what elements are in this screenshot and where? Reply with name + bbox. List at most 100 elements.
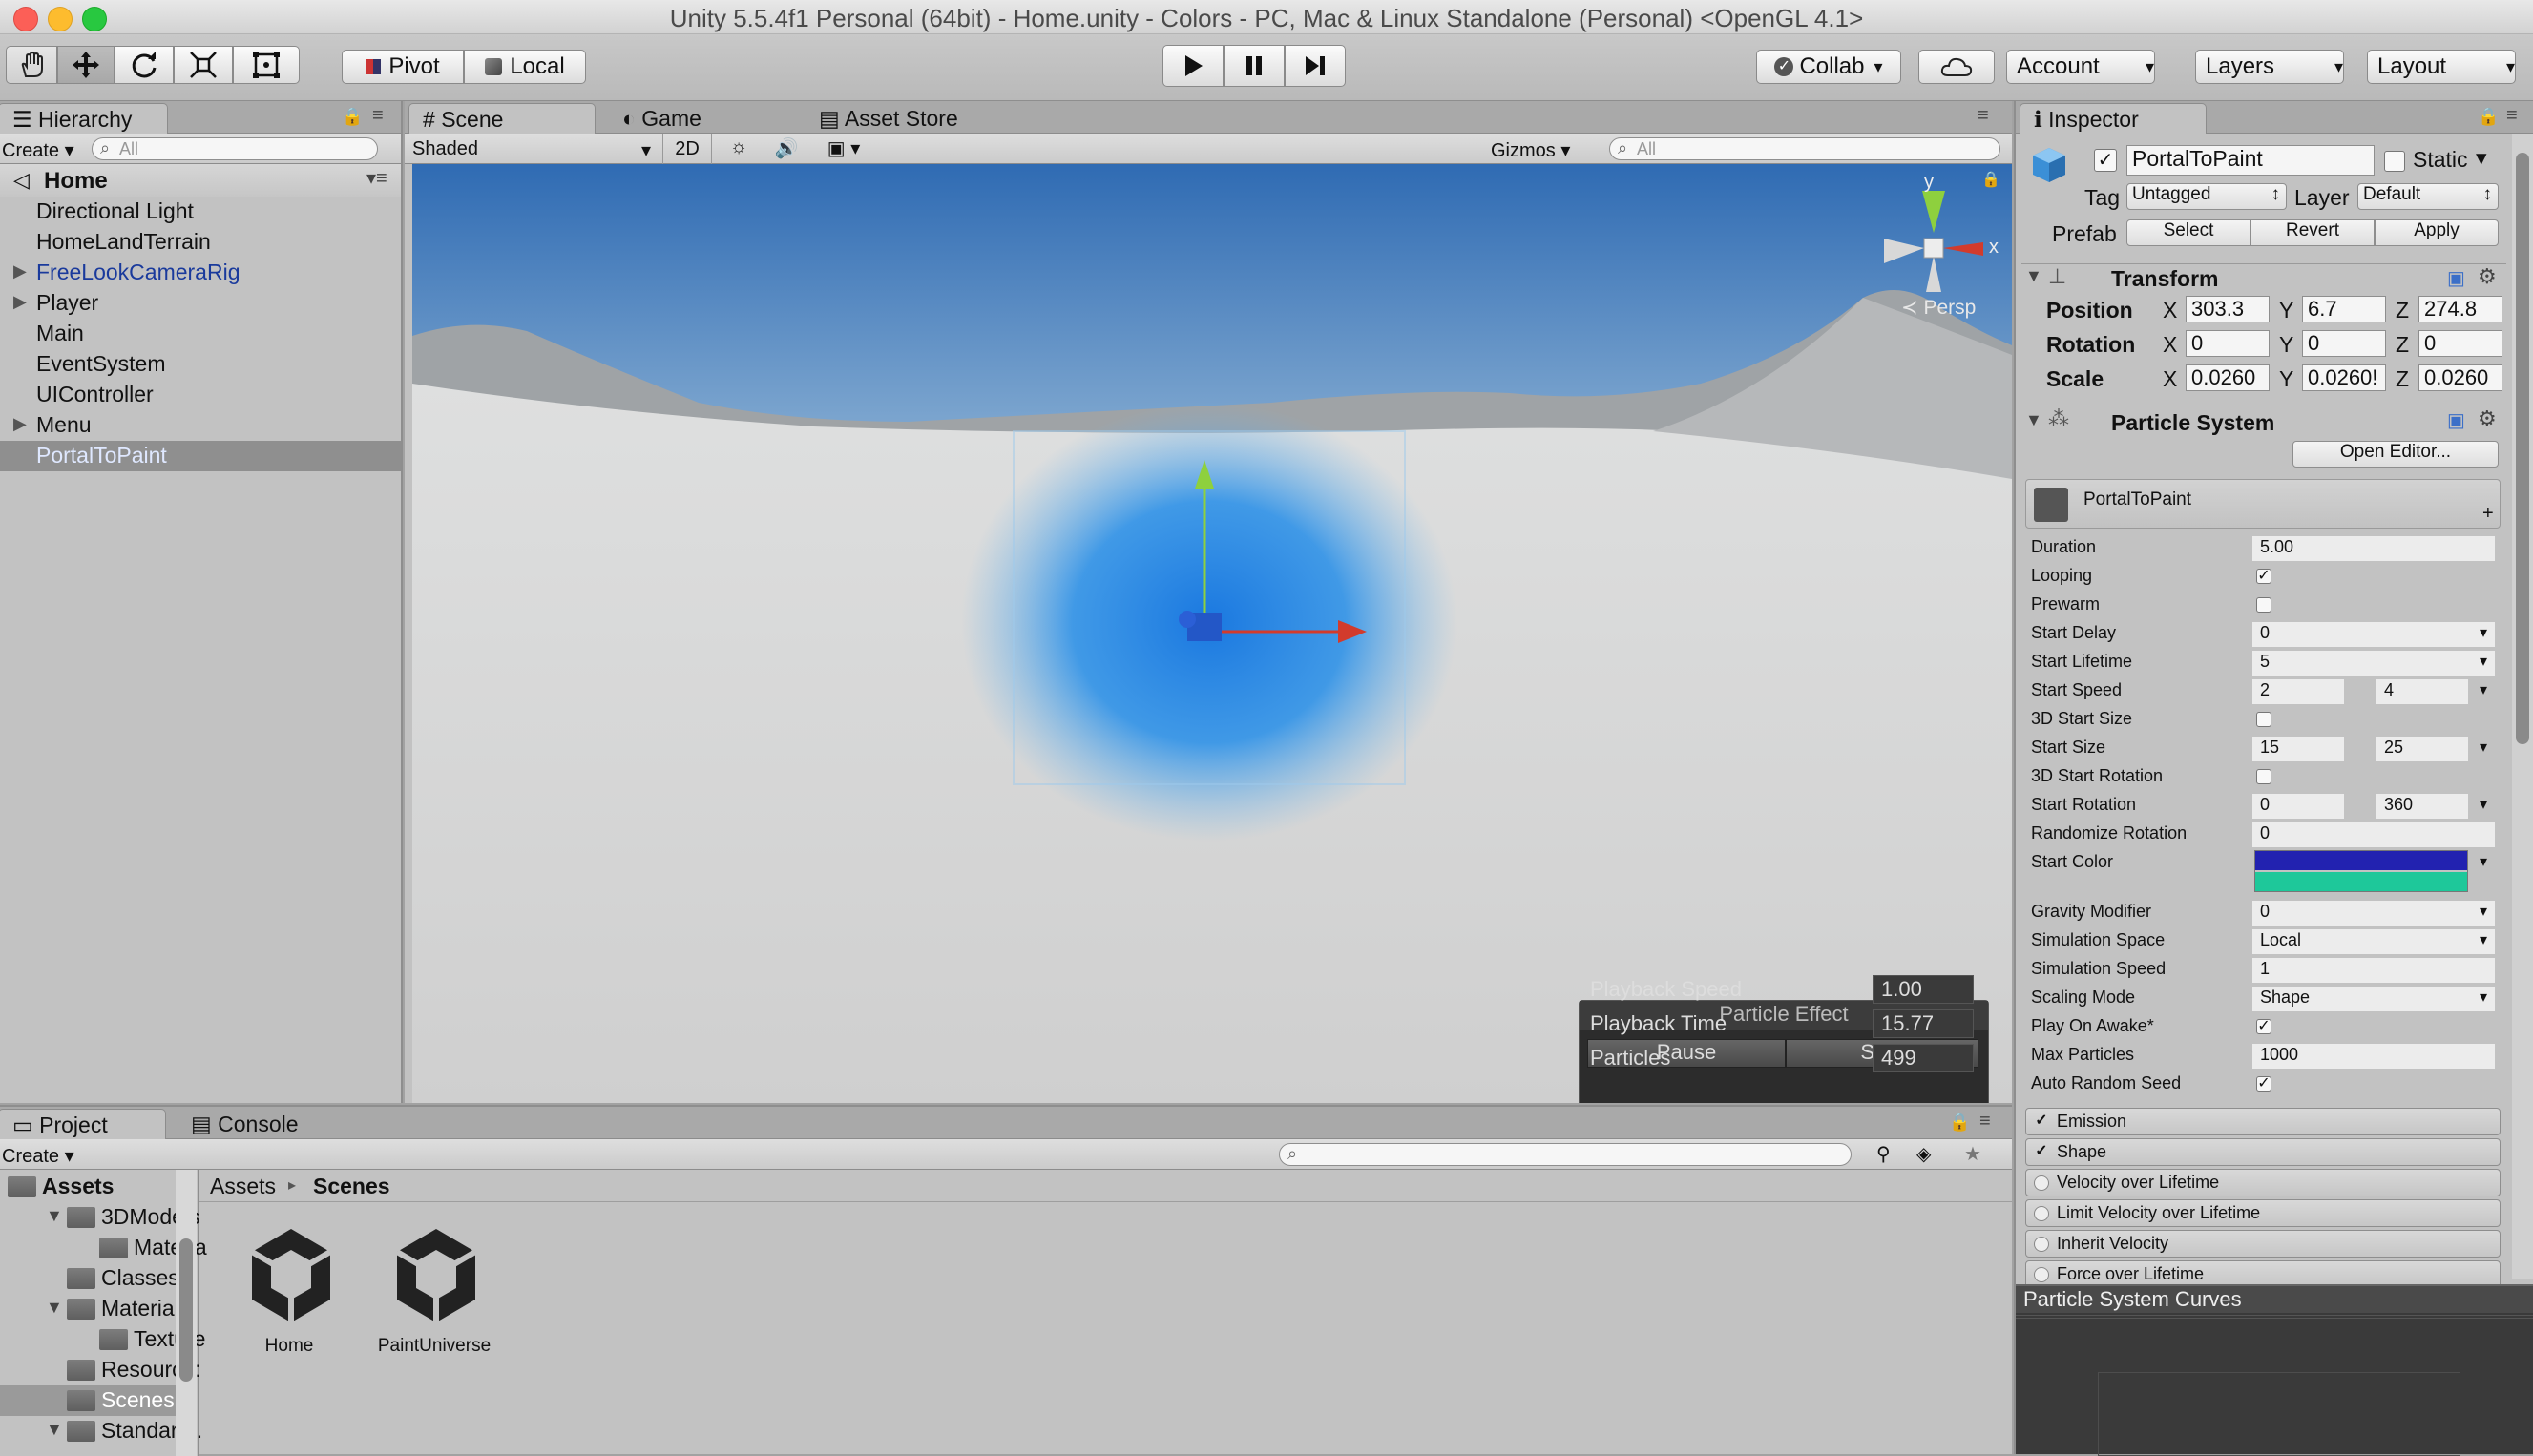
particle-property-min-field[interactable]: 0 xyxy=(2252,794,2344,819)
gear-icon[interactable]: ⚙ xyxy=(2478,264,2497,289)
particle-property-field[interactable]: Shape xyxy=(2252,987,2495,1011)
particle-property-field[interactable]: 1 xyxy=(2252,958,2495,983)
dropdown-arrow-icon[interactable]: ▾ xyxy=(2480,623,2487,642)
panel-menu-icon[interactable]: ≡ xyxy=(372,105,384,127)
object-name-field[interactable]: PortalToPaint xyxy=(2126,145,2375,176)
active-checkbox[interactable]: ✓ xyxy=(2094,149,2117,172)
start-color-gradient-swatch[interactable] xyxy=(2254,850,2468,892)
particle-property-field[interactable]: 1000 xyxy=(2252,1044,2495,1069)
shading-mode-dropdown[interactable]: Shaded ▾ xyxy=(412,138,651,161)
breadcrumb-root[interactable]: Assets xyxy=(210,1174,276,1199)
particle-property-checkbox[interactable]: ✓ xyxy=(2256,1019,2271,1034)
effects-dropdown[interactable]: ▣ ▾ xyxy=(815,136,872,160)
project-tree-item[interactable]: ▼ Materials xyxy=(0,1294,190,1324)
particle-module-header[interactable]: Limit Velocity over Lifetime xyxy=(2025,1199,2501,1227)
project-tree-item[interactable]: Materia xyxy=(0,1233,207,1263)
step-button[interactable] xyxy=(1285,45,1346,87)
module-enabled-check-icon[interactable]: ✓ xyxy=(2034,1144,2049,1160)
tab-console[interactable]: ▤ Console xyxy=(178,1109,349,1139)
static-checkbox[interactable] xyxy=(2384,151,2405,172)
lock-icon[interactable]: 🔒 xyxy=(342,107,363,127)
add-icon[interactable]: + xyxy=(2482,503,2494,525)
dropdown-arrow-icon[interactable]: ▾ xyxy=(2480,902,2487,921)
transform-rotation-z-field[interactable]: 0 xyxy=(2418,330,2502,357)
scene-menu-icon[interactable]: ▾≡ xyxy=(366,166,387,190)
scene-header[interactable]: ◁ Home ▾≡ xyxy=(0,164,401,197)
play-button[interactable] xyxy=(1162,45,1224,87)
particle-property-field[interactable]: 5.00 xyxy=(2252,536,2495,561)
prefab-select-button[interactable]: Select xyxy=(2126,219,2250,246)
panel-menu-icon[interactable]: ≡ xyxy=(1979,1111,1991,1133)
particle-effect-row-value[interactable]: 15.77 xyxy=(1873,1009,1974,1038)
breadcrumb-current[interactable]: Scenes xyxy=(313,1174,390,1199)
help-book-icon[interactable]: ▣ xyxy=(2447,408,2465,432)
project-create-button[interactable]: Create ▾ xyxy=(2,1144,74,1168)
hierarchy-item[interactable]: EventSystem xyxy=(0,349,401,380)
gizmos-dropdown[interactable]: Gizmos ▾ xyxy=(1491,138,1605,162)
project-tree-item[interactable]: ▼ Standard . xyxy=(0,1416,202,1446)
particle-property-checkbox[interactable]: ✓ xyxy=(2256,1076,2271,1092)
particle-property-checkbox[interactable] xyxy=(2256,769,2271,784)
particle-property-checkbox[interactable]: ✓ xyxy=(2256,569,2271,584)
orientation-gizmo[interactable]: y x ≺ Persp xyxy=(1867,172,2000,330)
filter-label-icon[interactable]: ◈ xyxy=(1916,1142,1931,1166)
help-book-icon[interactable]: ▣ xyxy=(2447,266,2465,290)
tab-scene[interactable]: # Scene xyxy=(408,103,596,134)
dropdown-arrow-icon[interactable]: ▾ xyxy=(2480,652,2487,671)
particle-property-field[interactable]: 0 xyxy=(2252,822,2495,847)
audio-toggle[interactable]: 🔊 xyxy=(767,136,806,160)
hand-tool-button[interactable] xyxy=(6,46,57,84)
resize-handle[interactable] xyxy=(2016,1313,2533,1319)
particle-module-header[interactable]: ✓ Shape xyxy=(2025,1138,2501,1166)
particle-property-checkbox[interactable] xyxy=(2256,712,2271,727)
particle-property-field[interactable]: 0 xyxy=(2252,622,2495,647)
pause-button[interactable] xyxy=(1224,45,1285,87)
project-tree-item[interactable]: ▼ 3DModels xyxy=(0,1202,200,1233)
transform-position-y-field[interactable]: 6.7 xyxy=(2302,296,2386,322)
tree-scrollbar[interactable] xyxy=(176,1170,197,1456)
dropdown-arrow-icon[interactable]: ▾ xyxy=(2480,738,2487,757)
open-editor-button[interactable]: Open Editor... xyxy=(2292,441,2499,468)
dropdown-arrow-icon[interactable]: ▾ xyxy=(2480,852,2487,871)
module-disabled-toggle-icon[interactable] xyxy=(2034,1237,2049,1252)
transform-position-x-field[interactable]: 303.3 xyxy=(2186,296,2270,322)
dropdown-arrow-icon[interactable]: ▾ xyxy=(2480,988,2487,1007)
lock-icon[interactable]: 🔒 xyxy=(1949,1113,1970,1133)
tab-inspector[interactable]: ℹ Inspector xyxy=(2020,103,2207,134)
module-disabled-toggle-icon[interactable] xyxy=(2034,1267,2049,1282)
lighting-toggle[interactable]: ☼ xyxy=(720,136,758,158)
hierarchy-item[interactable]: Directional Light xyxy=(0,197,401,227)
particle-effect-row-value[interactable]: 499 xyxy=(1873,1044,1974,1072)
project-search-input[interactable]: ⌕ xyxy=(1279,1143,1852,1166)
projection-label[interactable]: ≺ Persp xyxy=(1901,296,1976,320)
hierarchy-item[interactable]: ▶ FreeLookCameraRig xyxy=(0,258,401,288)
particle-property-max-field[interactable]: 25 xyxy=(2376,737,2468,761)
prefab-revert-button[interactable]: Revert xyxy=(2250,219,2375,246)
particle-property-min-field[interactable]: 2 xyxy=(2252,679,2344,704)
move-tool-button[interactable] xyxy=(57,46,115,84)
dropdown-arrow-icon[interactable]: ▾ xyxy=(2480,680,2487,699)
inspector-scrollbar-thumb[interactable] xyxy=(2516,153,2529,744)
transform-position-z-field[interactable]: 274.8 xyxy=(2418,296,2502,322)
rotate-tool-button[interactable] xyxy=(115,46,174,84)
dropdown-arrow-icon[interactable]: ▾ xyxy=(2480,930,2487,949)
hierarchy-item[interactable]: Main xyxy=(0,319,401,349)
transform-header[interactable]: ▼ ⊥ Transform ▣ ⚙ xyxy=(2021,263,2506,296)
hierarchy-item[interactable]: HomeLandTerrain xyxy=(0,227,401,258)
transform-rotation-x-field[interactable]: 0 xyxy=(2186,330,2270,357)
layout-dropdown[interactable]: Layout xyxy=(2367,50,2516,84)
transform-scale-x-field[interactable]: 0.0260 xyxy=(2186,364,2270,391)
particle-module-header[interactable]: Velocity over Lifetime xyxy=(2025,1169,2501,1196)
tag-dropdown[interactable]: Untagged ↕ xyxy=(2126,183,2287,210)
hierarchy-item[interactable]: UIController xyxy=(0,380,401,410)
expand-arrow-icon[interactable]: ▶ xyxy=(13,414,27,434)
tab-asset-store[interactable]: ▤ Asset Store xyxy=(806,103,1035,134)
expand-arrow-icon[interactable]: ▶ xyxy=(13,292,27,312)
hierarchy-item[interactable]: ▶ Player xyxy=(0,288,401,319)
particle-property-max-field[interactable]: 360 xyxy=(2376,794,2468,819)
pivot-toggle[interactable]: Pivot xyxy=(342,50,464,84)
expand-arrow-icon[interactable]: ▼ xyxy=(46,1420,63,1440)
project-tree-item[interactable]: Texture xyxy=(0,1324,205,1355)
lock-icon[interactable]: 🔒 xyxy=(2478,107,2499,127)
tree-scrollbar-thumb[interactable] xyxy=(179,1238,193,1382)
